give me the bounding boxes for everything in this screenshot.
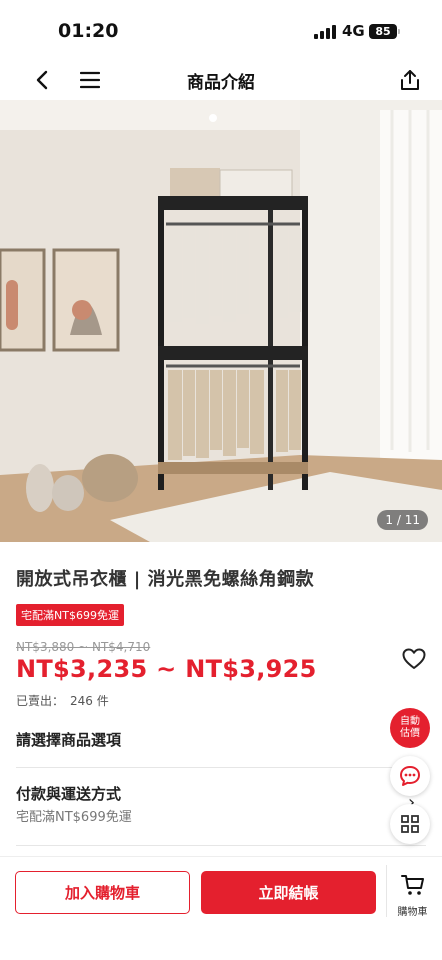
heart-icon[interactable] bbox=[402, 648, 426, 670]
battery-icon: 85 bbox=[369, 24, 397, 39]
bottom-action-bar: 加入購物車 立即結帳 購物車 bbox=[0, 856, 442, 960]
chat-icon bbox=[400, 766, 420, 786]
chat-button[interactable] bbox=[390, 756, 430, 796]
product-image-gallery[interactable]: 1 / 11 bbox=[0, 100, 442, 542]
buy-now-button[interactable]: 立即結帳 bbox=[201, 871, 376, 914]
cart-icon bbox=[401, 875, 424, 895]
product-photo bbox=[0, 100, 442, 542]
share-icon[interactable] bbox=[396, 66, 424, 94]
nav-bar: 商品介紹 bbox=[0, 60, 442, 100]
divider bbox=[16, 845, 426, 846]
sold-label: 已賣出： bbox=[16, 694, 65, 708]
grid-icon bbox=[401, 815, 419, 833]
status-time: 01:20 bbox=[58, 20, 119, 42]
grid-button[interactable] bbox=[390, 804, 430, 844]
status-bar: 01:20 4G 85 bbox=[0, 0, 442, 60]
signal-icon bbox=[314, 25, 338, 39]
auto-quote-label: 自動 估價 bbox=[400, 716, 420, 739]
sold-value: 246 件 bbox=[70, 694, 109, 708]
payment-shipping-subtitle: 宅配滿NT$699免運 bbox=[16, 810, 132, 825]
sale-price: NT$3,235 ~ NT$3,925 bbox=[16, 655, 317, 683]
page-title: 商品介紹 bbox=[187, 73, 255, 93]
cart-tab[interactable]: 購物車 bbox=[386, 865, 438, 918]
cart-label: 購物車 bbox=[397, 907, 428, 918]
original-price: NT$3,880 ~ NT$4,710 bbox=[16, 640, 151, 654]
sold-count: 已賣出： 246 件 bbox=[16, 692, 109, 709]
product-title: 開放式吊衣櫃 | 消光黑免螺絲角鋼款 bbox=[16, 569, 315, 590]
payment-shipping-title[interactable]: 付款與運送方式 bbox=[16, 783, 121, 804]
add-to-cart-button[interactable]: 加入購物車 bbox=[15, 871, 190, 914]
image-counter: 1 / 11 bbox=[377, 510, 428, 530]
network-type: 4G bbox=[342, 22, 365, 40]
select-option-row[interactable]: 請選擇商品選項 bbox=[16, 729, 121, 750]
shipping-badge: 宅配滿NT$699免運 bbox=[16, 604, 124, 626]
auto-quote-button[interactable]: 自動 估價 bbox=[390, 708, 430, 748]
divider bbox=[16, 767, 426, 768]
battery-tip bbox=[398, 29, 400, 34]
